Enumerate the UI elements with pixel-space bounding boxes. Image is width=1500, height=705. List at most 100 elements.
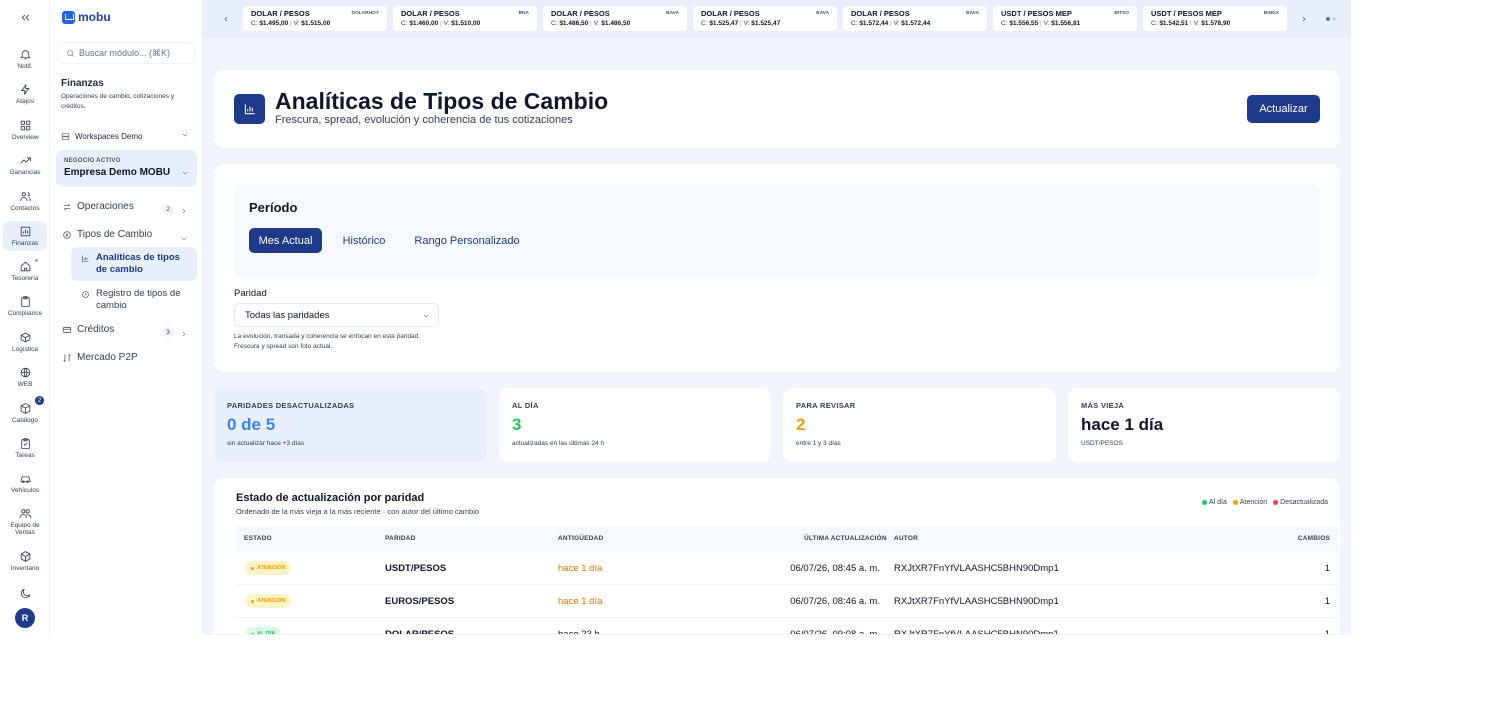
period-option-rango[interactable]: Rango Personalizado (406, 228, 528, 253)
ticker-next-button[interactable] (1297, 12, 1311, 26)
table-row[interactable]: AL DÍADOLAR/PESOShace 23 h06/07/26, 09:0… (236, 618, 1338, 634)
ticker-card[interactable]: DOLAR / PESOS BAVA C: $1.572,44 | V: $1.57… (843, 6, 987, 31)
nav-label: Operaciones (77, 201, 134, 212)
bar-chart-icon (82, 255, 89, 262)
rail-item-catálogo[interactable]: Catálogo 2 (3, 396, 47, 428)
period-option-mes-actual[interactable]: Mes Actual (249, 228, 322, 253)
chevron-down-icon[interactable] (180, 230, 188, 248)
ticker-source: BINGX (1263, 11, 1279, 16)
column-header-autor[interactable]: AUTOR (894, 535, 918, 542)
rail-item-label: Catálogo (11, 417, 39, 424)
legend-label: Desactualizada (1280, 499, 1328, 506)
rail-item-logística[interactable]: Logística (3, 327, 47, 357)
nav-item-creditos[interactable]: Créditos (62, 324, 114, 335)
ticker-card[interactable]: DOLAR / PESOS BAVA C: $1.525,47 | V: $1.52… (693, 6, 837, 31)
rail-item-ganancias[interactable]: Ganancias (3, 150, 47, 180)
cell-age: hace 1 día (558, 596, 603, 607)
buy-rate: $1.572,44 (859, 20, 889, 27)
credit-card-icon (62, 326, 72, 333)
ticker-pair: USDT / PESOS MEP (1001, 9, 1072, 18)
rail-item-compliance[interactable]: Compliance (3, 291, 47, 321)
indicator-dot (35, 259, 38, 262)
refresh-button[interactable]: Actualizar (1247, 95, 1320, 123)
ticker-card[interactable]: DOLAR / PESOS BAVA C: $1.486,50 | V: $1.48… (543, 6, 687, 31)
stat-sub: entre 1 y 3 días (796, 440, 841, 447)
rail-item-equipo-de-ventas[interactable]: Equipo de Ventas (3, 504, 47, 538)
ticker-values: C: $1.460,00 | V: $1.510,00 (401, 20, 481, 27)
legend-dot (1232, 500, 1238, 505)
brand-logo[interactable]: mobu (62, 10, 111, 24)
ticker-card[interactable]: USDT / PESOS MEP BITSO C: $1.556,55 | V: $… (993, 6, 1137, 31)
buy-rate: $1.556,55 (1009, 20, 1039, 27)
period-option-historico[interactable]: Histórico (332, 228, 396, 253)
rail-item-tesorería[interactable]: Tesorería (3, 256, 47, 286)
moon-icon (20, 588, 30, 598)
ticker-card[interactable]: USDT / PESOS MEP BINGX C: $1.542,51 | V: $… (1143, 6, 1287, 31)
rail-item-vehículos[interactable]: Vehículos (3, 468, 47, 498)
column-header-estado[interactable]: ESTADO (244, 535, 272, 542)
table-title: Estado de actualización por paridad (236, 492, 425, 504)
sidebar: mobu Finanzas Operaciones de cambio, cot… (50, 0, 203, 634)
sell-prefix: V: (1043, 20, 1050, 27)
subnav-registro[interactable]: Registro de tipos de cambio (81, 288, 193, 312)
rail-item-overview[interactable]: Overview (3, 115, 47, 145)
sell-rate: $1.486,50 (601, 20, 631, 27)
buy-prefix: C: (1001, 20, 1008, 27)
nav-item-mercado-p2p[interactable]: Mercado P2P (62, 352, 138, 363)
column-header-paridad[interactable]: PARIDAD (385, 535, 416, 542)
rail-item-atajos[interactable]: Atajos (3, 79, 47, 109)
nav-item-tipos-de-cambio[interactable]: Tipos de Cambio (62, 229, 152, 240)
main-content: Analíticas de Tipos de Cambio Frescura, … (203, 38, 1351, 634)
stat-label: AL DÍA (512, 401, 539, 410)
ticker-pair: DOLAR / PESOS (851, 9, 910, 18)
stat-value: 0 de 5 (227, 415, 276, 434)
nav-item-operaciones[interactable]: Operaciones (62, 201, 134, 212)
ticker-card[interactable]: DOLAR / PESOS DOLARHOY C: $1.495,00 | V: $… (243, 6, 387, 31)
table-row[interactable]: ATENCIÓN EUROS/PESOS hace 1 día 06/07/26, 0… (236, 585, 1338, 618)
buy-prefix: C: (251, 20, 258, 27)
rail-item-notif.[interactable]: Notif. (3, 44, 47, 74)
search-input[interactable] (79, 48, 194, 58)
ticker-pagination[interactable] (1326, 17, 1336, 21)
rail-item-inventario[interactable]: Inventario (3, 546, 47, 576)
analytics-icon (234, 94, 265, 124)
table-row[interactable]: ATENCIÓN USDT/PESOS hace 1 día 06/07/26, 08… (236, 552, 1338, 585)
theme-toggle-button[interactable] (3, 585, 47, 601)
rail-item-label: Contactos (10, 205, 40, 212)
ticker-prev-button[interactable] (219, 12, 233, 26)
rail-item-tareas[interactable]: Tareas (3, 433, 47, 463)
ticker-source: BITSO (1114, 11, 1129, 16)
parity-select[interactable]: Todas las paridades (234, 303, 439, 327)
chevron-right-icon (1302, 16, 1306, 22)
column-header-cambios[interactable]: CAMBIOS (1298, 535, 1330, 542)
legend-label: Atención (1239, 499, 1268, 506)
users-icon (19, 192, 31, 201)
rail-item-web[interactable]: WEB (3, 362, 47, 392)
parity-label: Paridad (234, 288, 267, 299)
rail-item-finanzas[interactable]: Finanzas (3, 221, 47, 251)
filters-card: Período Mes Actual Histórico Rango Perso… (214, 164, 1340, 372)
cell-changes: 1 (1324, 563, 1330, 574)
rail-item-label: Finanzas (11, 240, 39, 247)
subnav-analiticas[interactable]: Analíticas de tipos de cambio (81, 252, 193, 276)
stat-sub: USDT/PESOS (1081, 440, 1123, 447)
avatar[interactable]: R (15, 608, 35, 628)
clipboard-icon (20, 296, 30, 307)
workspaces-selector[interactable]: Workspaces Demo (61, 127, 191, 145)
ticker-source: BAVA (966, 11, 979, 16)
column-header-antiguedad[interactable]: ANTIGÜEDAD (558, 535, 603, 542)
car-icon (20, 476, 30, 483)
package-icon (20, 332, 30, 343)
rail-item-contactos[interactable]: Contactos (3, 186, 47, 216)
ticker-card[interactable]: DOLAR / PESOS BNA C: $1.460,00 | V: $1.510… (393, 6, 537, 31)
rail-item-label: Ganancias (9, 169, 41, 176)
bell-icon (19, 50, 31, 60)
rail-item-label: Inventario (10, 565, 40, 572)
active-business-selector[interactable]: NEGOCIO ACTIVO Empresa Demo MOBU (56, 150, 197, 187)
collapse-sidebar-button[interactable] (3, 4, 47, 30)
mobu-logo-icon (62, 10, 75, 24)
chevron-right-icon[interactable] (180, 325, 188, 343)
chevron-right-icon[interactable] (180, 202, 188, 220)
column-header-ultima-actualizacion[interactable]: ÚLTIMA ACTUALIZACIÓN (804, 535, 887, 542)
clock-icon (82, 291, 89, 298)
